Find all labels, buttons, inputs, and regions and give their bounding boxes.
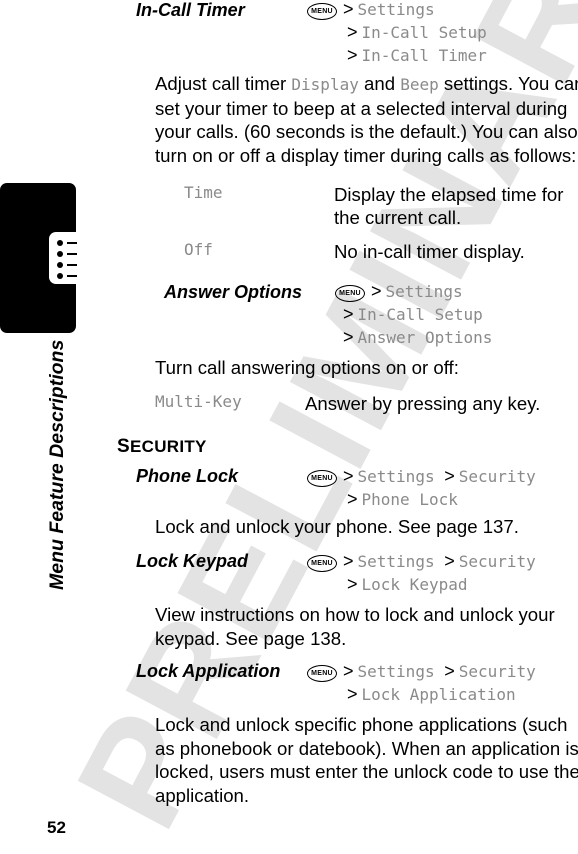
- option-multi-key: Multi-Key: [155, 392, 242, 411]
- page-number: 52: [47, 818, 66, 837]
- feature-title-lock-keypad: Lock Keypad: [136, 551, 249, 571]
- menu-key-icon: MENU: [307, 3, 337, 20]
- menu-path-lock-application: MENU > Settings > Security > Lock Applicatio…: [307, 660, 536, 706]
- menu-path-answer-options: MENU > Settings > In-Call Setup > Answer Opt…: [335, 280, 492, 349]
- option-multi-key-description: Answer by pressing any key.: [305, 393, 541, 414]
- in-call-timer-description: Adjust call timer Display and Beep setti…: [155, 73, 578, 166]
- option-time-description: Display the elapsed time for the current…: [334, 184, 564, 228]
- menu-key-icon: MENU: [307, 555, 337, 572]
- feature-title-answer-options: Answer Options: [164, 282, 303, 302]
- feature-title-in-call-timer: In-Call Timer: [136, 0, 245, 20]
- menu-key-icon: MENU: [307, 665, 337, 682]
- menu-list-tab-icon: [0, 183, 77, 333]
- feature-title-lock-application: Lock Application: [136, 661, 281, 681]
- menu-key-icon: MENU: [335, 285, 365, 302]
- option-off: Off: [184, 240, 213, 259]
- section-side-title: Menu Feature Descriptions: [46, 339, 68, 590]
- answer-options-description: Turn call answering options on or off:: [155, 357, 459, 378]
- lock-keypad-description: View instructions on how to lock and unl…: [155, 604, 555, 649]
- option-time: Time: [184, 183, 223, 202]
- section-heading-security: SECURITY: [117, 436, 207, 457]
- lock-application-description: Lock and unlock specific phone applicati…: [155, 714, 578, 806]
- phone-lock-description: Lock and unlock your phone. See page 137…: [155, 516, 519, 537]
- menu-path-lock-keypad: MENU > Settings > Security > Lock Keypad: [307, 550, 536, 596]
- menu-key-icon: MENU: [307, 470, 337, 487]
- option-off-description: No in-call timer display.: [334, 241, 525, 262]
- menu-path-phone-lock: MENU > Settings > Security > Phone Lock: [307, 465, 536, 511]
- feature-title-phone-lock: Phone Lock: [136, 466, 239, 486]
- menu-path-in-call-timer: MENU > Settings > In-Call Setup > In-Call Ti…: [307, 0, 487, 67]
